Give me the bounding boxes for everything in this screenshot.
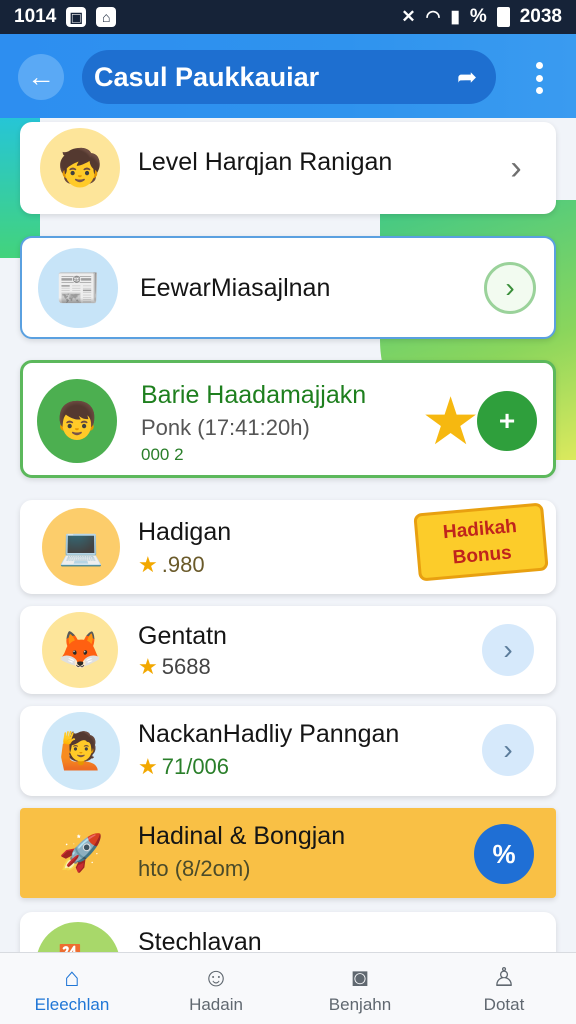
back-button[interactable]: ← xyxy=(18,54,64,100)
status-left: 1014 ▣ ⌂ xyxy=(14,6,117,28)
boy-with-hat-icon: 👦 xyxy=(37,379,117,463)
list-item-title: Level Harqjan Ranigan xyxy=(138,148,393,176)
chevron-right-icon[interactable]: › xyxy=(482,724,534,776)
title-bar: Casul Paukkauiar ➦ xyxy=(82,50,496,104)
wifi-icon: ◠ xyxy=(425,7,441,26)
camera-icon: ◙ xyxy=(352,961,368,992)
notification-icon: ▣ xyxy=(66,7,87,27)
star-icon: ★ xyxy=(138,552,158,577)
person-icon: ☺ xyxy=(202,961,230,992)
list-item[interactable]: 🙋 NackanHadliy Panngan ★ 71/006 › xyxy=(20,706,556,796)
list-item[interactable]: 🦊 Gentatn ★ 5688 › xyxy=(20,606,556,694)
nav-item-profile[interactable]: ♙ Dotat xyxy=(432,953,576,1024)
battery-percent: % xyxy=(469,6,487,27)
list-item-title: Hadigan xyxy=(138,518,232,546)
list-item-title: NackanHadliy Panngan xyxy=(138,720,400,748)
discount-button[interactable]: % xyxy=(474,824,534,884)
add-button[interactable]: + xyxy=(477,391,537,451)
list-item-title: EewarMiasajlnan xyxy=(140,274,331,302)
page-title: Casul Paukkauiar xyxy=(94,61,320,92)
nav-item-camera[interactable]: ◙ Benjahn xyxy=(288,953,432,1024)
nav-label: Eleechlan xyxy=(34,994,110,1014)
boy-avatar-icon: 🧒 xyxy=(40,128,120,208)
star-icon: ★ xyxy=(138,754,158,779)
list-item-title: Barie Haadamajjakn xyxy=(141,381,367,409)
app-header: ← Casul Paukkauiar ➦ xyxy=(0,34,576,118)
chevron-right-icon[interactable]: › xyxy=(484,262,536,314)
list-item-subtitle: ★ 71/006 xyxy=(138,754,230,779)
list-item-title: Gentatn xyxy=(138,622,227,650)
mute-icon: ✕ xyxy=(401,7,416,26)
status-time: 1014 xyxy=(14,6,57,27)
home-icon: ⌂ xyxy=(64,961,80,992)
list-item-count: 000 2 xyxy=(141,445,184,464)
star-icon: ★ xyxy=(138,654,158,679)
signal-icon: ▮ xyxy=(450,7,460,26)
app-notification-icon: ⌂ xyxy=(96,7,117,27)
bonus-badge[interactable]: Hadikah Bonus xyxy=(413,502,549,582)
more-vert-icon[interactable] xyxy=(524,58,554,98)
list-item[interactable]: 💻 Hadigan ★ .980 Hadikah Bonus xyxy=(20,500,556,594)
waving-boy-icon: 🙋 xyxy=(42,712,120,790)
laptop-icon: 💻 xyxy=(42,508,120,586)
chevron-right-icon[interactable]: › xyxy=(490,142,542,194)
list-item-subtitle: ★ .980 xyxy=(138,552,205,577)
profile-icon: ♙ xyxy=(492,961,516,992)
list-item[interactable]: 🧒 Level Harqjan Ranigan › xyxy=(20,122,556,214)
bottom-navigation: ⌂ Eleechlan ☺ Hadain ◙ Benjahn ♙ Dotat xyxy=(0,952,576,1024)
rocket-icon: 🚀 xyxy=(58,832,104,873)
list-item[interactable]: 📰 EewarMiasajlnan › xyxy=(20,236,556,339)
battery-icon xyxy=(496,7,510,27)
list-item-subtitle: hto (8/2om) xyxy=(138,856,251,881)
chevron-right-icon[interactable]: › xyxy=(482,624,534,676)
nav-label: Dotat xyxy=(483,994,525,1014)
status-right-time: 2038 xyxy=(519,6,562,27)
list-item-highlighted[interactable]: 🚀 Hadinal & Bongjan hto (8/2om) % xyxy=(20,808,556,898)
nav-item-person[interactable]: ☺ Hadain xyxy=(144,953,288,1024)
nav-item-home[interactable]: ⌂ Eleechlan xyxy=(0,953,144,1024)
status-bar: 1014 ▣ ⌂ ✕ ◠ ▮ % 2038 xyxy=(0,0,576,34)
documents-icon: 📰 xyxy=(38,248,118,328)
arrow-left-icon: ← xyxy=(27,61,55,92)
nav-label: Benjahn xyxy=(328,994,392,1014)
nav-label: Hadain xyxy=(189,994,243,1014)
list-item-subtitle: Ponk (17:41:20h) xyxy=(141,415,310,440)
share-icon[interactable]: ➦ xyxy=(452,62,482,92)
fox-icon: 🦊 xyxy=(42,612,118,688)
star-icon: ★ xyxy=(421,384,481,458)
status-right: ✕ ◠ ▮ % 2038 xyxy=(401,6,562,28)
list-item-title: Hadinal & Bongjan xyxy=(138,822,346,850)
list-item[interactable]: 👦 Barie Haadamajjakn Ponk (17:41:20h) 00… xyxy=(20,360,556,478)
list-item-subtitle: ★ 5688 xyxy=(138,654,211,679)
